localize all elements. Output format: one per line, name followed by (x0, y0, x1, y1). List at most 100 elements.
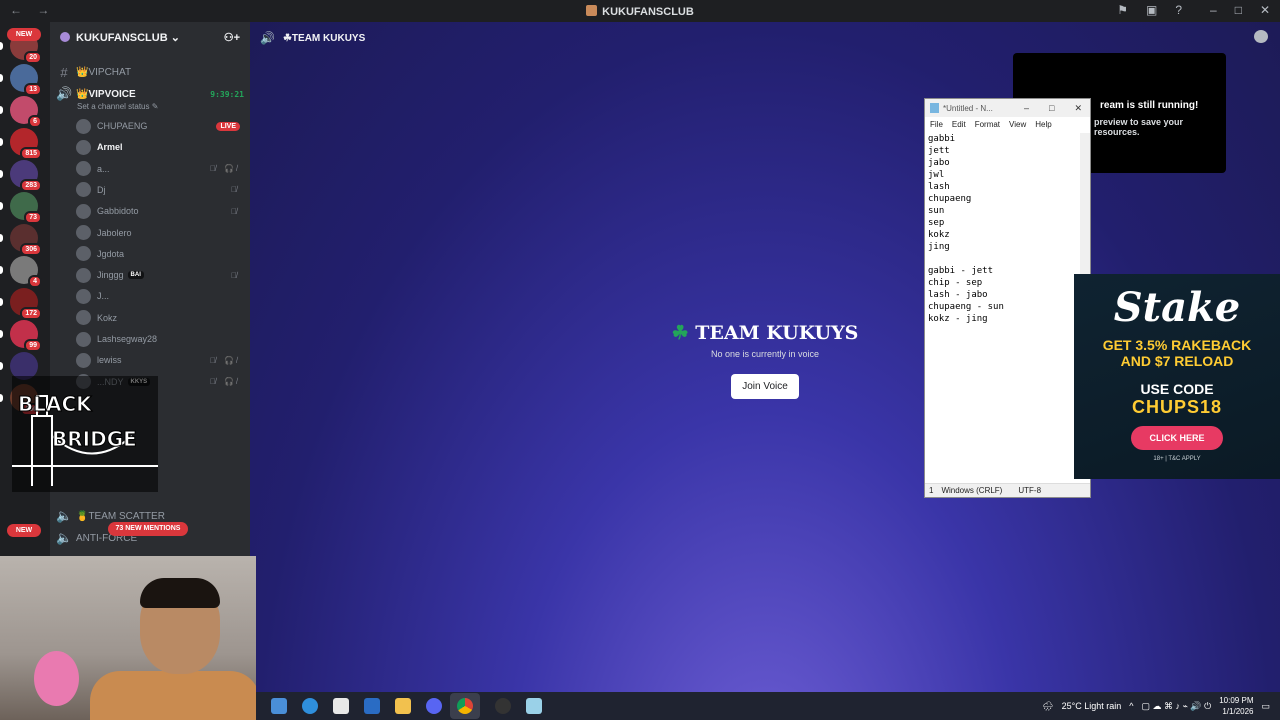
screen-icon[interactable]: ▣ (1146, 3, 1157, 17)
server-indicator-pill (0, 138, 3, 146)
server-indicator-pill (0, 106, 3, 114)
notepad-taskbar-icon[interactable] (526, 698, 542, 714)
notepad-menu-edit[interactable]: Edit (952, 120, 966, 129)
ad-offer-line1: GET 3.5% RAKEBACK (1102, 337, 1252, 353)
avatar (76, 352, 91, 368)
ad-click-button[interactable]: CLICK HERE (1131, 426, 1223, 450)
obs-icon[interactable] (495, 698, 511, 714)
outlook-icon[interactable] (364, 698, 380, 714)
avatar (76, 203, 91, 219)
voice-user[interactable]: Gabbidoto 🎙̸ (76, 201, 240, 221)
file-explorer-icon[interactable] (395, 698, 411, 714)
chrome-icon (457, 698, 473, 714)
voice-user[interactable]: CHUPAENG LIVE (76, 116, 240, 136)
speaker-icon: 🔊 (56, 86, 73, 101)
server-icon[interactable]: 172 (10, 288, 42, 320)
server-icon[interactable]: 306 (10, 224, 42, 256)
voice-user[interactable]: Lashsegway28 (76, 329, 240, 349)
server-icon[interactable]: 815 (10, 128, 42, 160)
voice-user-name: Armel (97, 142, 123, 153)
channel-vipchat[interactable]: # 👑VIPCHAT (56, 62, 244, 82)
guild-icon (60, 31, 70, 42)
voice-user[interactable]: lewiss 🎙̸ 🎧̸ (76, 350, 240, 370)
server-indicator-pill (0, 266, 3, 274)
voice-user[interactable]: J... (76, 286, 240, 306)
notepad-menu-view[interactable]: View (1009, 120, 1026, 129)
clock[interactable]: 10:09 PM 1/1/2026 (1219, 695, 1253, 717)
notification-icon[interactable]: ▭ (1261, 701, 1270, 712)
new-servers-tag[interactable]: NEW (7, 28, 41, 41)
app-titlebar: ← → KUKUFANSCLUB ⚑ ▣ ? – □ ✕ (0, 0, 1280, 22)
store-icon[interactable] (333, 698, 349, 714)
server-icon[interactable]: 13 (10, 64, 42, 96)
notepad-icon (930, 103, 939, 113)
notepad-text-area[interactable]: gabbi jett jabo jwl lash chupaeng sun se… (928, 133, 1078, 477)
live-badge: LIVE (216, 121, 240, 131)
server-indicator-pill (0, 74, 3, 82)
new-servers-tag[interactable]: NEW (7, 524, 41, 537)
user-tag: BAI (127, 271, 144, 280)
tray-chevron-icon[interactable]: ^ (1129, 701, 1133, 711)
notepad-menu-file[interactable]: File (930, 120, 943, 129)
channel-vipvoice[interactable]: 🔊 👑VIPVOICE 9:39:21 (56, 84, 244, 104)
channel-header: 🔊 ☘TEAM KUKUYS (260, 31, 366, 45)
tray-icons[interactable]: ▢ ☁ ⌘ ♪ ⌁ 🔊 ⏻ (1141, 701, 1211, 712)
edge-icon[interactable] (302, 698, 318, 714)
weather-icon: 🌧 (1042, 700, 1054, 711)
np-close-button[interactable]: ✕ (1074, 103, 1082, 114)
copilot-icon[interactable] (271, 698, 287, 714)
avatar (76, 246, 91, 262)
weather-text[interactable]: 25°C Light rain (1062, 701, 1122, 711)
system-tray: 🌧 25°C Light rain ^ ▢ ☁ ⌘ ♪ ⌁ 🔊 ⏻ 10:09 … (1042, 692, 1270, 720)
unread-badge: 4 (28, 275, 42, 288)
server-icon[interactable]: 99 (10, 320, 42, 352)
voice-user[interactable]: Jinggg BAI 🎙̸ (76, 265, 240, 285)
voice-user-name: Jinggg (97, 270, 124, 281)
voice-user[interactable]: Dj 🎙̸ (76, 180, 240, 200)
chat-bubble-icon[interactable] (1254, 30, 1268, 43)
voice-user[interactable]: Kokz (76, 308, 240, 328)
notepad-titlebar[interactable]: *Untitled - N... – □ ✕ (925, 99, 1090, 117)
server-icon[interactable]: 4 (10, 256, 42, 288)
avatar (76, 139, 91, 155)
chrome-taskbar-item[interactable] (450, 693, 480, 719)
notepad-menu-help[interactable]: Help (1035, 120, 1051, 129)
join-voice-button[interactable]: Join Voice (731, 374, 799, 399)
channel-status[interactable]: Set a channel status ✎ (77, 102, 158, 111)
notepad-statusbar: 1 Windows (CRLF) UTF-8 (925, 483, 1090, 497)
close-button[interactable]: ✕ (1260, 3, 1270, 17)
voice-user-name: lewiss (97, 355, 122, 366)
notepad-menu-format[interactable]: Format (975, 120, 1000, 129)
np-minimize-button[interactable]: – (1024, 103, 1029, 114)
unread-badge: 306 (20, 243, 42, 256)
new-mentions-badge[interactable]: 73 NEW MENTIONS (108, 522, 188, 536)
flag-icon[interactable]: ⚑ (1117, 3, 1128, 17)
avatar (76, 331, 91, 347)
server-icon[interactable]: 73 (10, 192, 42, 224)
maximize-button[interactable]: □ (1235, 3, 1242, 17)
unread-badge: 73 (24, 211, 42, 224)
ad-use-code: USE CODE (1140, 381, 1214, 397)
minimize-button[interactable]: – (1210, 3, 1217, 17)
pink-teddy-bear (34, 651, 79, 706)
unread-badge: 99 (24, 339, 42, 352)
guild-header[interactable]: KUKUFANSCLUB ⌄ ⚇+ (50, 22, 250, 52)
voice-user-name: Dj (97, 184, 106, 195)
help-icon[interactable]: ? (1175, 3, 1182, 17)
clover-icon: ☘ (671, 322, 689, 344)
server-indicator-pill (0, 298, 3, 306)
voice-user[interactable]: Armel (76, 137, 240, 157)
server-icon[interactable]: 283 (10, 160, 42, 192)
streamer-shirt (90, 671, 256, 720)
server-icon[interactable]: 6 (10, 96, 42, 128)
unread-badge: 283 (20, 179, 42, 192)
muted-icon: 🎙̸ 🎧̸ (209, 377, 240, 387)
notepad-menubar: File Edit Format View Help (925, 117, 1090, 131)
voice-user[interactable]: a... 🎙̸ 🎧̸ (76, 159, 240, 179)
discord-icon[interactable] (426, 698, 442, 714)
np-maximize-button[interactable]: □ (1049, 103, 1054, 114)
avatar (76, 310, 91, 326)
add-member-icon[interactable]: ⚇+ (224, 31, 240, 44)
voice-user[interactable]: Jgdota (76, 244, 240, 264)
voice-user[interactable]: Jabolero (76, 223, 240, 243)
